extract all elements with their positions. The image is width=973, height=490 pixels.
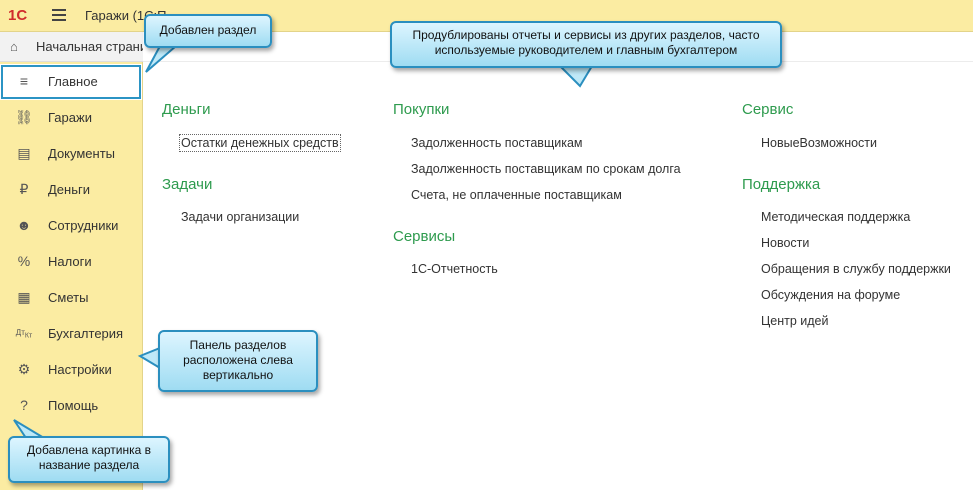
sidebar-item-employees[interactable]: ☻ Сотрудники bbox=[0, 208, 142, 244]
sidebar-item-accounting[interactable]: ДтКт Бухгалтерия bbox=[0, 316, 142, 352]
sidebar-item-settings[interactable]: ⚙ Настройки bbox=[0, 352, 142, 388]
link-support-requests[interactable]: Обращения в службу поддержки bbox=[761, 262, 951, 276]
link-news[interactable]: Новости bbox=[761, 236, 809, 250]
sidebar-item-estimates[interactable]: ▦ Сметы bbox=[0, 280, 142, 316]
section-title-money: Деньги bbox=[162, 101, 211, 118]
document-icon: ▤ bbox=[17, 145, 31, 161]
link-new-features[interactable]: НовыеВозможности bbox=[761, 136, 877, 150]
sidebar-item-help[interactable]: ? Помощь bbox=[0, 388, 142, 424]
sidebar-item-label: Налоги bbox=[48, 254, 92, 269]
question-icon: ? bbox=[20, 397, 28, 413]
section-title-purchases: Покупки bbox=[393, 101, 450, 118]
link-methodical-support[interactable]: Методическая поддержка bbox=[761, 210, 910, 224]
main-menu-icon[interactable] bbox=[52, 9, 66, 21]
ruble-icon: ₽ bbox=[19, 181, 29, 197]
sidebar-item-label: Документы bbox=[48, 146, 116, 161]
callout-tails bbox=[13, 45, 594, 439]
sidebar-item-documents[interactable]: ▤ Документы bbox=[0, 136, 142, 172]
section-title-tasks: Задачи bbox=[162, 176, 213, 193]
sidebar-item-label: Главное bbox=[48, 74, 98, 89]
link-org-tasks[interactable]: Задачи организации bbox=[181, 210, 299, 224]
dt-kt-icon: ДтКт bbox=[15, 328, 33, 340]
sidebar-item-label: Сотрудники bbox=[48, 218, 119, 233]
sidebar-item-label: Деньги bbox=[48, 182, 90, 197]
callout-text: Продублированы отчеты и сервисы из други… bbox=[412, 28, 760, 57]
callout-section-added: Добавлен раздел bbox=[144, 14, 272, 48]
home-page-label: Начальная страница bbox=[36, 39, 143, 54]
calculator-icon: ▦ bbox=[17, 289, 31, 305]
link-supplier-debt[interactable]: Задолженность поставщикам bbox=[411, 136, 583, 150]
link-supplier-debt-terms[interactable]: Задолженность поставщикам по срокам долг… bbox=[411, 162, 681, 176]
sidebar-item-money[interactable]: ₽ Деньги bbox=[0, 172, 142, 208]
section-title-service: Сервис bbox=[742, 101, 794, 118]
sidebar-item-label: Бухгалтерия bbox=[48, 326, 124, 341]
link-unpaid-invoices[interactable]: Счета, не оплаченные поставщикам bbox=[411, 188, 622, 202]
sidebar-item-taxes[interactable]: % Налоги bbox=[0, 244, 142, 280]
sidebar-item-label: Помощь bbox=[48, 398, 99, 413]
percent-icon: % bbox=[17, 253, 31, 269]
list-icon: ≡ bbox=[19, 73, 29, 89]
section-title-services: Сервисы bbox=[393, 228, 456, 245]
app-logo: 1С bbox=[8, 7, 28, 24]
gear-icon: ⚙ bbox=[17, 361, 31, 377]
link-ideas-center[interactable]: Центр идей bbox=[761, 314, 828, 328]
sidebar-item-garages[interactable]: ⛓ Гаражи bbox=[0, 100, 142, 136]
car-icon: ⛓ bbox=[15, 109, 33, 125]
callout-text: Добавлен раздел bbox=[159, 23, 257, 37]
home-page-link[interactable]: ⌂ Начальная страница bbox=[0, 32, 143, 62]
link-forum-discussions[interactable]: Обсуждения на форуме bbox=[761, 288, 900, 302]
callout-text: Добавлена картинка в название раздела bbox=[27, 443, 151, 472]
home-icon: ⌂ bbox=[10, 39, 18, 54]
callout-duplicated: Продублированы отчеты и сервисы из други… bbox=[390, 21, 782, 68]
callout-panel: Панель разделов расположена слева вертик… bbox=[158, 330, 318, 392]
sidebar-item-label: Сметы bbox=[48, 290, 89, 305]
link-cash-balances[interactable]: Остатки денежных средств bbox=[179, 134, 341, 152]
callout-picture: Добавлена картинка в название раздела bbox=[8, 436, 170, 483]
sidebar-item-label: Настройки bbox=[48, 362, 112, 377]
link-1c-reporting[interactable]: 1С-Отчетность bbox=[411, 262, 498, 276]
person-icon: ☻ bbox=[16, 217, 32, 233]
callout-text: Панель разделов расположена слева вертик… bbox=[183, 338, 293, 382]
sidebar-item-label: Гаражи bbox=[48, 110, 92, 125]
sections-panel: ≡ Главное ⛓ Гаражи ▤ Документы ₽ Деньги … bbox=[0, 62, 143, 490]
sidebar-item-main[interactable]: ≡ Главное bbox=[0, 64, 142, 100]
section-title-support: Поддержка bbox=[742, 176, 821, 193]
